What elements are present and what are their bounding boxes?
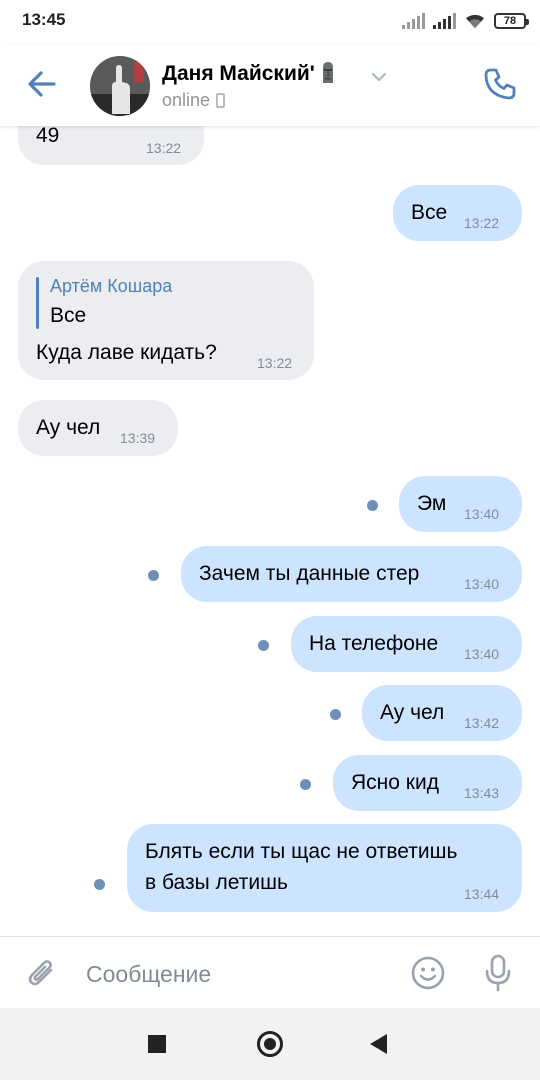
message-outgoing[interactable]: Зачем ты данные стер 13:40 xyxy=(181,546,522,602)
contact-status: online xyxy=(162,90,226,111)
message-text: 49 xyxy=(36,124,60,147)
message-list[interactable]: 49 13:22 Все 13:22 Артём Кошара Все Куда… xyxy=(0,0,540,1080)
chevron-down-icon[interactable] xyxy=(370,70,388,84)
unread-indicator xyxy=(94,879,105,890)
unread-indicator xyxy=(148,570,159,581)
mobile-device-icon xyxy=(216,93,226,108)
message-text-line-2: в базы летишь xyxy=(145,871,288,894)
message-time: 13:42 xyxy=(464,715,500,731)
unread-indicator xyxy=(300,779,311,790)
message-outgoing[interactable]: Эм 13:40 xyxy=(399,476,522,532)
message-text: Все xyxy=(411,201,448,224)
message-text: Куда лаве кидать? xyxy=(36,341,217,364)
message-time: 13:40 xyxy=(464,576,500,592)
message-outgoing[interactable]: Все 13:22 xyxy=(393,185,522,241)
avatar[interactable] xyxy=(90,56,150,116)
reply-author[interactable]: Артём Кошара xyxy=(50,276,172,297)
message-text-line-1: Блять если ты щас не ответишь xyxy=(145,840,458,863)
moai-icon xyxy=(322,62,333,83)
message-time: 13:44 xyxy=(464,886,500,902)
reply-quote-bar xyxy=(36,277,39,329)
message-time: 13:39 xyxy=(120,430,156,446)
recent-apps-icon[interactable] xyxy=(148,1035,166,1053)
message-outgoing[interactable]: Ау чел 13:42 xyxy=(362,685,522,741)
contact-status-text: online xyxy=(162,90,211,110)
home-icon[interactable] xyxy=(257,1031,283,1057)
unread-indicator xyxy=(367,500,378,511)
paperclip-icon[interactable] xyxy=(24,955,60,991)
message-text: Ау чел xyxy=(36,416,101,439)
message-time: 13:22 xyxy=(146,140,182,156)
message-outgoing[interactable]: Ясно кид 13:43 xyxy=(333,755,522,811)
reply-text: Все xyxy=(50,304,87,327)
contact-name[interactable]: Даня Майский' xyxy=(162,60,337,86)
message-text: Эм xyxy=(417,492,447,515)
message-input[interactable] xyxy=(86,957,386,991)
message-incoming-reply[interactable]: Артём Кошара Все Куда лаве кидать? 13:22 xyxy=(18,261,314,380)
message-time: 13:22 xyxy=(257,355,293,371)
contact-name-text: Даня Майский' xyxy=(162,62,315,85)
system-nav-bar xyxy=(0,1008,540,1080)
smile-icon[interactable] xyxy=(410,955,446,991)
message-text: Ясно кид xyxy=(351,771,439,794)
message-time: 13:43 xyxy=(464,785,500,801)
back-triangle-icon[interactable] xyxy=(370,1034,387,1054)
arrow-left-icon[interactable] xyxy=(24,66,60,102)
message-time: 13:40 xyxy=(464,506,500,522)
message-text: На телефоне xyxy=(309,632,439,655)
message-text: Ау чел xyxy=(380,701,445,724)
microphone-icon[interactable] xyxy=(482,953,514,993)
phone-icon[interactable] xyxy=(482,66,518,102)
unread-indicator xyxy=(258,640,269,651)
message-text: Зачем ты данные стер xyxy=(199,562,420,585)
message-time: 13:22 xyxy=(464,215,500,231)
message-outgoing[interactable]: На телефоне 13:40 xyxy=(291,616,522,672)
message-composer xyxy=(0,936,540,1008)
message-outgoing[interactable]: Блять если ты щас не ответишь в базы лет… xyxy=(127,824,522,912)
message-time: 13:40 xyxy=(464,646,500,662)
unread-indicator xyxy=(330,709,341,720)
message-incoming[interactable]: Ау чел 13:39 xyxy=(18,400,178,456)
chat-header: Даня Майский' online xyxy=(0,44,540,126)
